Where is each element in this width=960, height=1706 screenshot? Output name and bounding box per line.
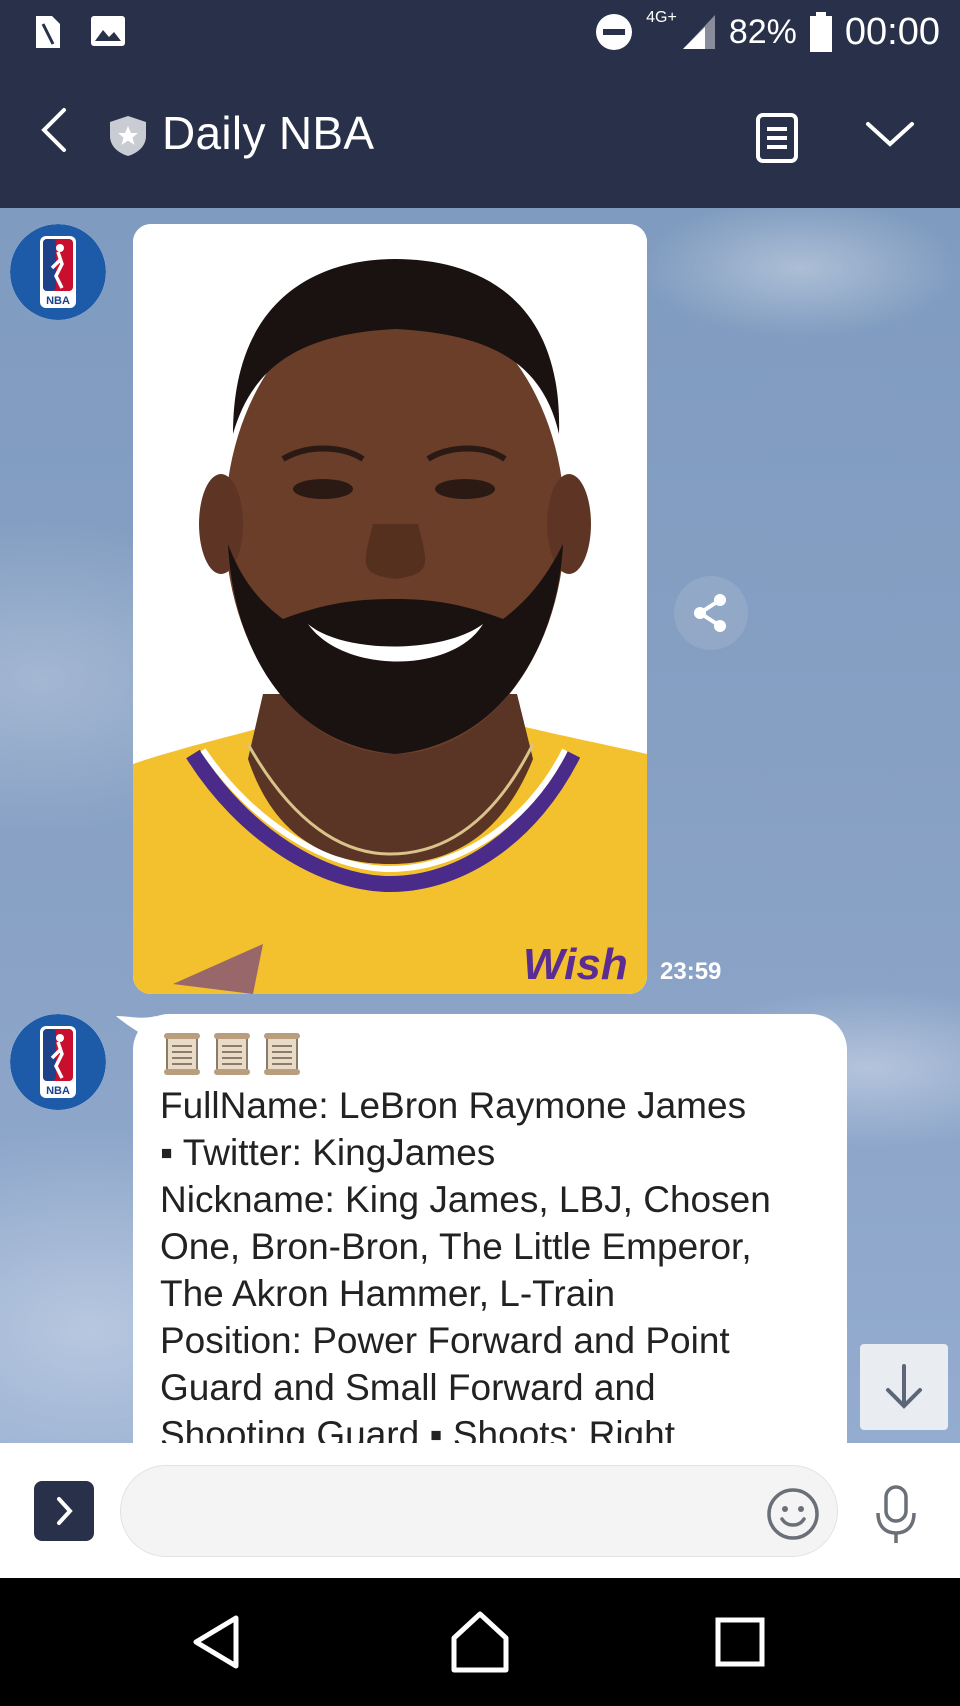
message-text: FullName: LeBron Raymone James ▪ Twitter…: [160, 1082, 840, 1443]
scroll-emoji-row: [163, 1032, 301, 1076]
nav-home-icon[interactable]: [448, 1608, 512, 1676]
emoji-icon[interactable]: [765, 1486, 821, 1542]
message-line: Nickname: King James, LBJ, Chosen: [160, 1179, 771, 1220]
message-line: FullName: LeBron Raymone James: [160, 1085, 747, 1126]
message-line: Position: Power Forward and Point: [160, 1320, 730, 1361]
chat-area[interactable]: NBA Wish 23:59 NBA FullName: LeBron Raym…: [0, 208, 960, 1443]
image-icon: [91, 16, 125, 46]
network-type: 4G+: [646, 9, 677, 26]
player-photo-message[interactable]: Wish: [133, 224, 647, 994]
chevron-right-icon: [57, 1497, 73, 1525]
message-line: Shooting Guard ▪ Shoots: Right: [160, 1414, 675, 1443]
battery-icon: [809, 12, 832, 52]
nav-recent-apps-icon[interactable]: [710, 1612, 770, 1672]
share-button[interactable]: [674, 576, 748, 650]
official-account-shield-icon: [110, 116, 146, 156]
message-input-bar: [0, 1443, 960, 1578]
player-info-message[interactable]: FullName: LeBron Raymone James ▪ Twitter…: [133, 1014, 847, 1443]
battery-percent: 82%: [728, 12, 797, 51]
svg-text:Wish: Wish: [523, 940, 628, 989]
nba-avatar[interactable]: NBA: [10, 224, 106, 320]
chat-title: Daily NBA: [162, 107, 375, 159]
signal-icon: [682, 15, 715, 49]
system-navigation-bar: [0, 1578, 960, 1706]
arrow-down-icon: [886, 1364, 922, 1409]
notes-icon[interactable]: [752, 112, 802, 164]
svg-text:NBA: NBA: [46, 1085, 70, 1097]
clock: 00:00: [844, 10, 940, 53]
message-line: The Akron Hammer, L-Train: [160, 1273, 616, 1314]
scroll-icon: [164, 1033, 200, 1075]
message-line: ▪ Twitter: KingJames: [160, 1132, 496, 1173]
microphone-icon[interactable]: [868, 1483, 924, 1547]
nba-logo-icon: NBA: [10, 224, 106, 320]
scroll-icon: [214, 1033, 250, 1075]
nav-back-icon[interactable]: [186, 1610, 250, 1674]
scroll-to-bottom-button[interactable]: [860, 1344, 948, 1430]
share-icon: [694, 594, 726, 632]
sim-card-icon: [36, 16, 60, 48]
message-input-container[interactable]: [120, 1465, 838, 1557]
scroll-icon: [264, 1033, 300, 1075]
nba-logo-icon: NBA: [10, 1014, 106, 1110]
expand-menu-button[interactable]: [34, 1481, 94, 1541]
chevron-down-icon[interactable]: [862, 114, 918, 154]
message-timestamp: 23:59: [660, 958, 722, 985]
status-bar: 4G+ 82% 00:00: [0, 0, 960, 62]
player-photo: Wish: [133, 224, 647, 994]
message-input[interactable]: [151, 1490, 715, 1536]
svg-text:NBA: NBA: [46, 295, 70, 307]
message-line: One, Bron-Bron, The Little Emperor,: [160, 1226, 752, 1267]
message-line: Guard and Small Forward and: [160, 1367, 656, 1408]
chat-header: Daily NBA: [0, 62, 960, 208]
nba-avatar[interactable]: NBA: [10, 1014, 106, 1110]
do-not-disturb-icon: [596, 14, 633, 50]
back-arrow-icon[interactable]: [30, 102, 86, 158]
